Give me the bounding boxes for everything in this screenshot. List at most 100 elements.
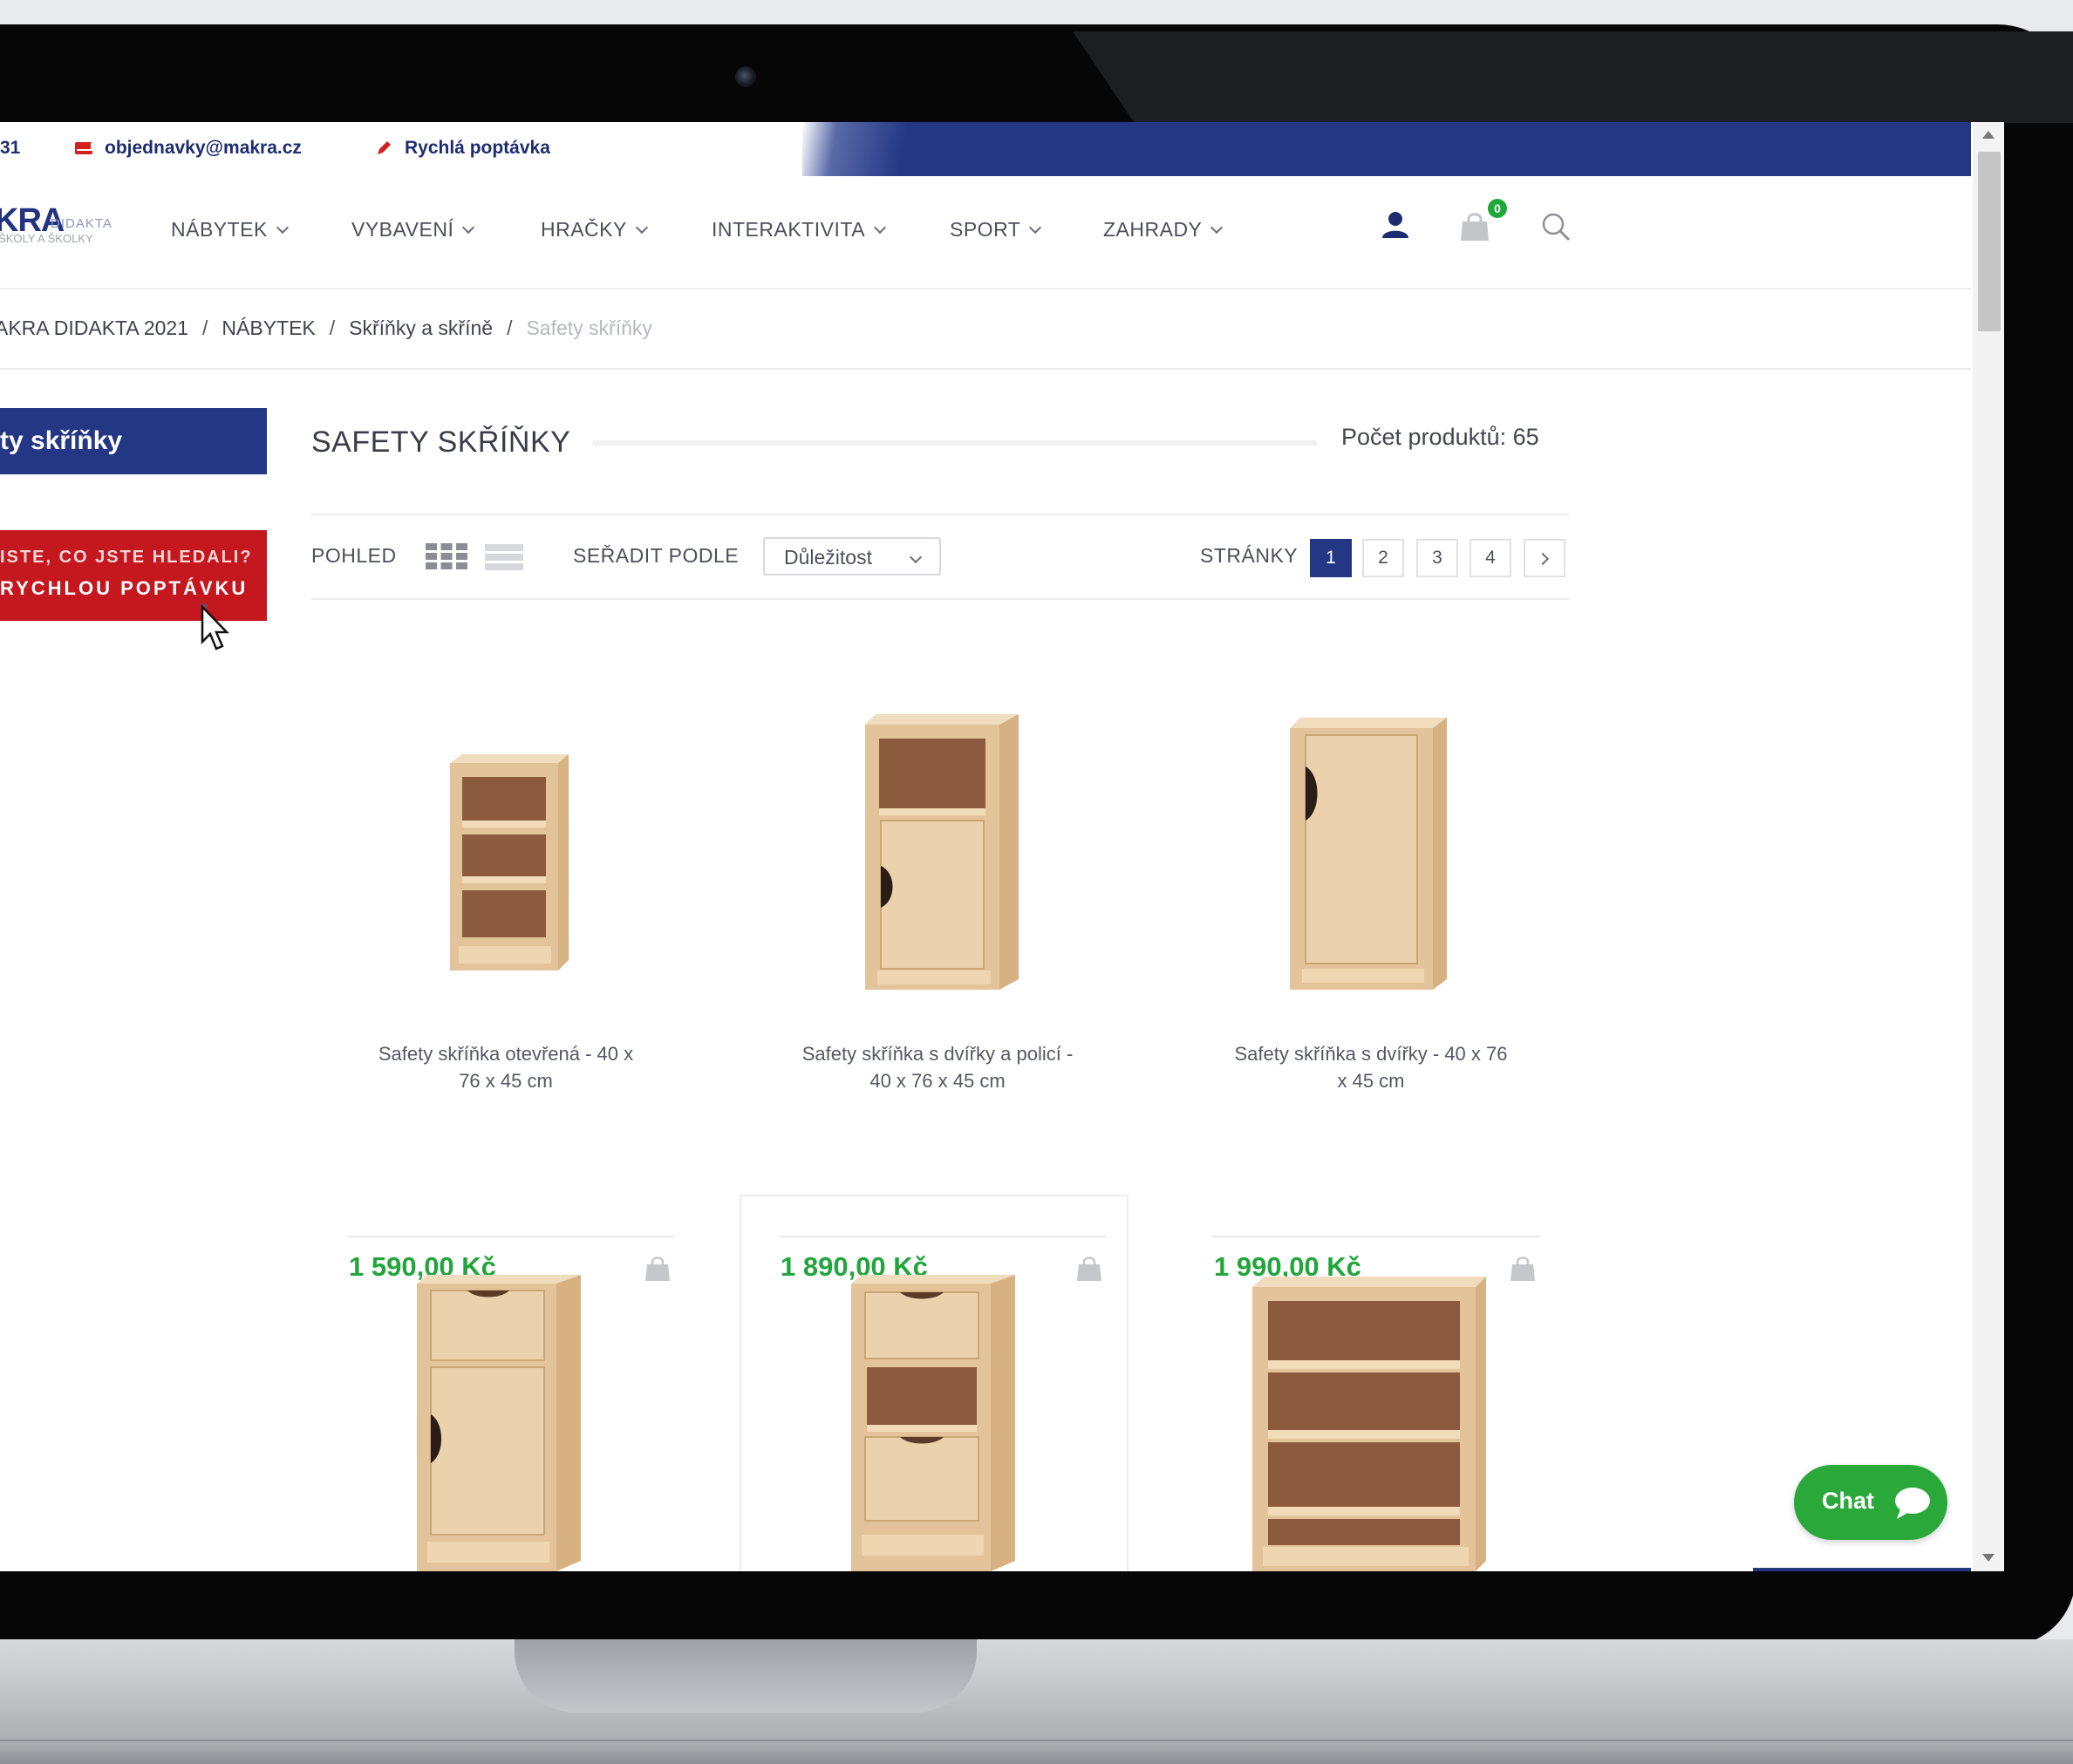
product-count: Počet produktů: 65 (1341, 424, 1539, 450)
nav-label: SPORT (950, 218, 1021, 241)
nav-item-hracky[interactable]: HRAČKY (541, 218, 648, 242)
product-name[interactable]: Safety skříňka otevřená - 40 x 76 x 45 c… (340, 1040, 672, 1094)
chevron-down-icon (462, 221, 475, 234)
grid-view-icon[interactable] (426, 543, 467, 569)
chevron-down-icon (873, 221, 887, 234)
nav-item-sport[interactable]: SPORT (950, 218, 1042, 242)
footer-strip (1753, 1568, 1971, 1571)
laptop-base-edge (0, 1740, 2073, 1741)
breadcrumb-nabytek[interactable]: NÁBYTEK (222, 317, 315, 340)
promo-cta: RYCHLOU POPTÁVKU (0, 577, 249, 599)
envelope-icon (75, 142, 92, 154)
phone-number[interactable]: 31 (0, 138, 20, 159)
chevron-right-icon (1536, 552, 1550, 566)
top-bar-blue-band (802, 122, 1971, 176)
chevron-down-icon (635, 221, 648, 234)
scroll-down-arrow-icon[interactable] (1982, 1554, 1995, 1562)
chevron-down-icon (909, 550, 923, 564)
sort-value: Důležitost (784, 546, 872, 569)
product-name-line2: 40 x 76 x 45 cm (869, 1070, 1006, 1092)
top-info-bar: 31 objednavky@makra.cz Rychlá poptávka (0, 122, 1971, 176)
product-name-line1: Safety skříňka s dvířky a policí - (801, 1043, 1074, 1065)
search-icon[interactable] (1540, 211, 1572, 242)
product-card[interactable]: Safety skříňka otevřená - 40 x 76 x 45 c… (340, 702, 675, 1304)
chat-bubble-icon (1895, 1488, 1930, 1519)
chat-button[interactable]: Chat (1794, 1465, 1947, 1540)
product-image-wide-open-shelf-cabinet[interactable] (1245, 1270, 1498, 1571)
promo-question: ISTE, CO JSTE HLEDALI? (0, 548, 253, 567)
page-button-1[interactable]: 1 (1310, 539, 1352, 577)
product-name[interactable]: Safety skříňka s dvířky - 40 x 76 x 45 c… (1205, 1040, 1537, 1094)
email-text: objednavky@makra.cz (105, 138, 302, 158)
nav-label: INTERAKTIVITA (712, 218, 866, 241)
nav-label: NÁBYTEK (171, 218, 268, 241)
scroll-up-arrow-icon[interactable] (1982, 131, 1995, 139)
breadcrumb-separator: / (329, 316, 336, 339)
breadcrumb-separator: / (507, 316, 513, 339)
product-image-two-drawer-shelf-cabinet[interactable] (848, 1270, 1022, 1571)
nav-label: ZAHRADY (1103, 218, 1203, 241)
nav-item-zahrady[interactable]: ZAHRADY (1103, 218, 1224, 242)
site-logo[interactable]: KRA DIDAKTA ŠKOLY A ŠKOLKY (0, 202, 112, 245)
quick-inquiry-text: Rychlá poptávka (405, 138, 550, 158)
user-account-icon[interactable] (1380, 209, 1411, 241)
lid-reflection (1073, 31, 2073, 123)
chevron-down-icon (1210, 221, 1224, 234)
product-image-door-cabinet[interactable] (1288, 702, 1463, 990)
breadcrumb-skrinky[interactable]: Skříňky a skříně (349, 317, 493, 340)
page-button-2[interactable]: 2 (1362, 539, 1404, 577)
chat-label: Chat (1822, 1488, 1874, 1514)
site-header: KRA DIDAKTA ŠKOLY A ŠKOLKY NÁBYTEK VYBAV… (0, 176, 1971, 289)
scrollbar-thumb[interactable] (1978, 152, 2001, 331)
page-button-4[interactable]: 4 (1470, 539, 1511, 577)
nav-label: VYBAVENÍ (351, 218, 454, 241)
chevron-down-icon (276, 221, 289, 234)
logo-sub-tagline: ŠKOLY A ŠKOLKY (0, 232, 93, 245)
product-name-line1: Safety skříňka otevřená - 40 x (378, 1043, 634, 1065)
browser-viewport: 31 objednavky@makra.cz Rychlá poptávka K… (0, 122, 2004, 1571)
product-card[interactable]: Safety skříňka s dvířky - 40 x 76 x 45 c… (1205, 702, 1540, 1304)
laptop-opening-notch (515, 1639, 977, 1713)
sort-select[interactable]: Důležitost (763, 537, 941, 576)
laptop-base (0, 1639, 2073, 1764)
product-name-line2: x 45 cm (1337, 1070, 1405, 1092)
toolbar-divider-bottom (311, 598, 1569, 600)
chevron-down-icon (1029, 221, 1042, 234)
sidebar-category-title[interactable]: ty skříňky (0, 408, 267, 474)
add-to-cart-icon[interactable] (1509, 1257, 1537, 1281)
product-divider (1212, 1236, 1540, 1237)
product-name[interactable]: Safety skříňka s dvířky a policí - 40 x … (772, 1040, 1103, 1094)
page-title: SAFETY SKŘÍŇKY (311, 426, 571, 459)
nav-label: HRAČKY (541, 218, 627, 241)
title-divider (593, 440, 1317, 446)
product-divider (347, 1236, 675, 1237)
breadcrumb-separator: / (202, 316, 208, 339)
nav-item-vybaveni[interactable]: VYBAVENÍ (351, 218, 475, 242)
webcam (735, 66, 756, 87)
quick-inquiry-link[interactable]: Rychlá poptávka (375, 138, 550, 159)
logo-sub-didakta: DIDAKTA (51, 216, 113, 231)
sidebar-title-text: ty skříňky (0, 426, 123, 455)
pencil-icon (378, 141, 391, 154)
product-name-line1: Safety skříňka s dvířky - 40 x 76 (1234, 1043, 1508, 1065)
phone-fragment: 31 (0, 138, 21, 158)
email-link[interactable]: objednavky@makra.cz (75, 138, 302, 159)
list-view-icon[interactable] (485, 544, 523, 570)
view-label: POHLED (311, 544, 397, 567)
breadcrumb-current: Safety skříňky (526, 316, 652, 339)
vertical-scrollbar[interactable] (1973, 122, 2004, 1571)
product-image-open-shelf-cabinet[interactable] (436, 709, 576, 971)
product-name-line2: 76 x 45 cm (459, 1070, 553, 1092)
breadcrumb-home[interactable]: AKRA DIDAKTA 2021 (0, 317, 188, 340)
next-page-button[interactable] (1524, 539, 1565, 577)
nav-item-nabytek[interactable]: NÁBYTEK (171, 218, 289, 242)
add-to-cart-icon[interactable] (644, 1257, 672, 1281)
nav-item-interaktivita[interactable]: INTERAKTIVITA (712, 218, 887, 242)
mouse-cursor-icon (201, 603, 229, 650)
product-image-drawer-and-door-cabinet[interactable] (410, 1270, 584, 1571)
toolbar-divider-top (311, 514, 1569, 515)
product-image-door-and-shelf-cabinet[interactable] (855, 702, 1029, 990)
page-button-3[interactable]: 3 (1416, 539, 1458, 577)
shopping-bag-icon[interactable] (1458, 211, 1491, 242)
sort-label: SEŘADIT PODLE (573, 544, 740, 567)
